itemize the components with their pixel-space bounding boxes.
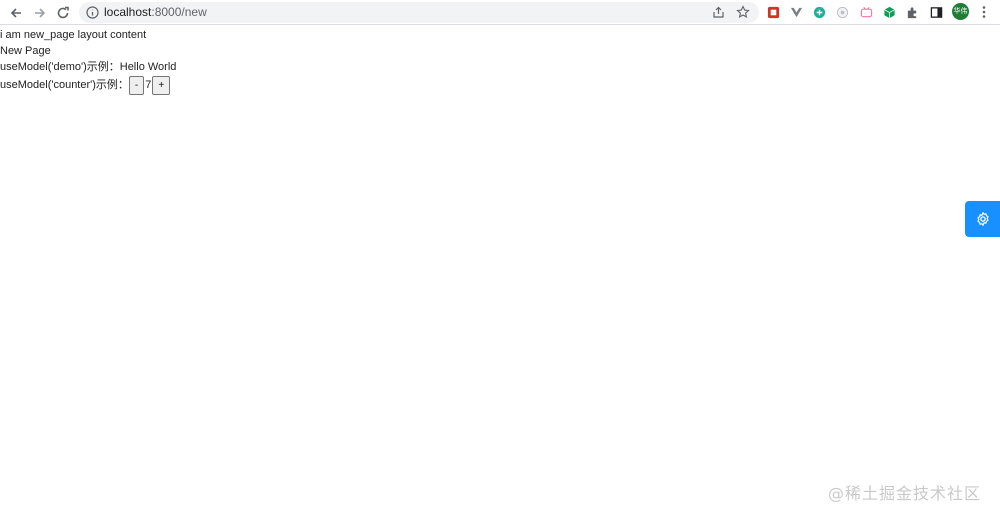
gear-icon xyxy=(976,212,989,226)
share-icon[interactable] xyxy=(712,6,725,19)
side-panel-icon[interactable] xyxy=(929,5,943,19)
counter-value: 7 xyxy=(145,79,152,91)
browser-toolbar: localhost:8000/new 华伟 xyxy=(0,0,1000,25)
info-icon[interactable] xyxy=(86,6,99,19)
address-bar[interactable]: localhost:8000/new xyxy=(79,2,759,23)
bilibili-extension-icon[interactable] xyxy=(859,5,873,19)
layout-text: i am new_page layout content xyxy=(0,29,147,41)
grey-circle-extension-icon[interactable] xyxy=(835,5,849,19)
extensions-puzzle-icon[interactable] xyxy=(905,5,919,19)
back-icon[interactable] xyxy=(6,3,26,23)
demo-value: Hello World xyxy=(119,61,177,73)
forward-icon[interactable] xyxy=(30,3,50,23)
vue-devtools-icon[interactable] xyxy=(789,5,803,19)
profile-avatar[interactable]: 华伟 xyxy=(952,3,969,20)
decrement-button[interactable]: - xyxy=(128,75,145,95)
counter-model-row: useModel('counter')示例： - 7 + xyxy=(0,75,176,95)
url-text[interactable]: localhost:8000/new xyxy=(104,5,207,20)
green-cube-extension-icon[interactable] xyxy=(882,5,896,19)
menu-kebab-icon[interactable] xyxy=(978,5,990,19)
demo-model-row: useModel('demo')示例：Hello World xyxy=(0,59,176,75)
green-circle-extension-icon[interactable] xyxy=(812,5,826,19)
demo-label: useModel('demo')示例： xyxy=(0,61,120,73)
page-content: i am new_page layout content New Page us… xyxy=(0,27,176,95)
page-title: New Page xyxy=(0,45,51,57)
star-icon[interactable] xyxy=(736,5,750,19)
settings-button[interactable] xyxy=(965,201,1000,237)
increment-button[interactable]: + xyxy=(152,75,171,95)
red-extension-icon[interactable] xyxy=(766,5,780,19)
reload-icon[interactable] xyxy=(53,3,73,23)
watermark: @稀土掘金技术社区 xyxy=(828,484,982,503)
counter-label: useModel('counter')示例： xyxy=(0,79,129,91)
